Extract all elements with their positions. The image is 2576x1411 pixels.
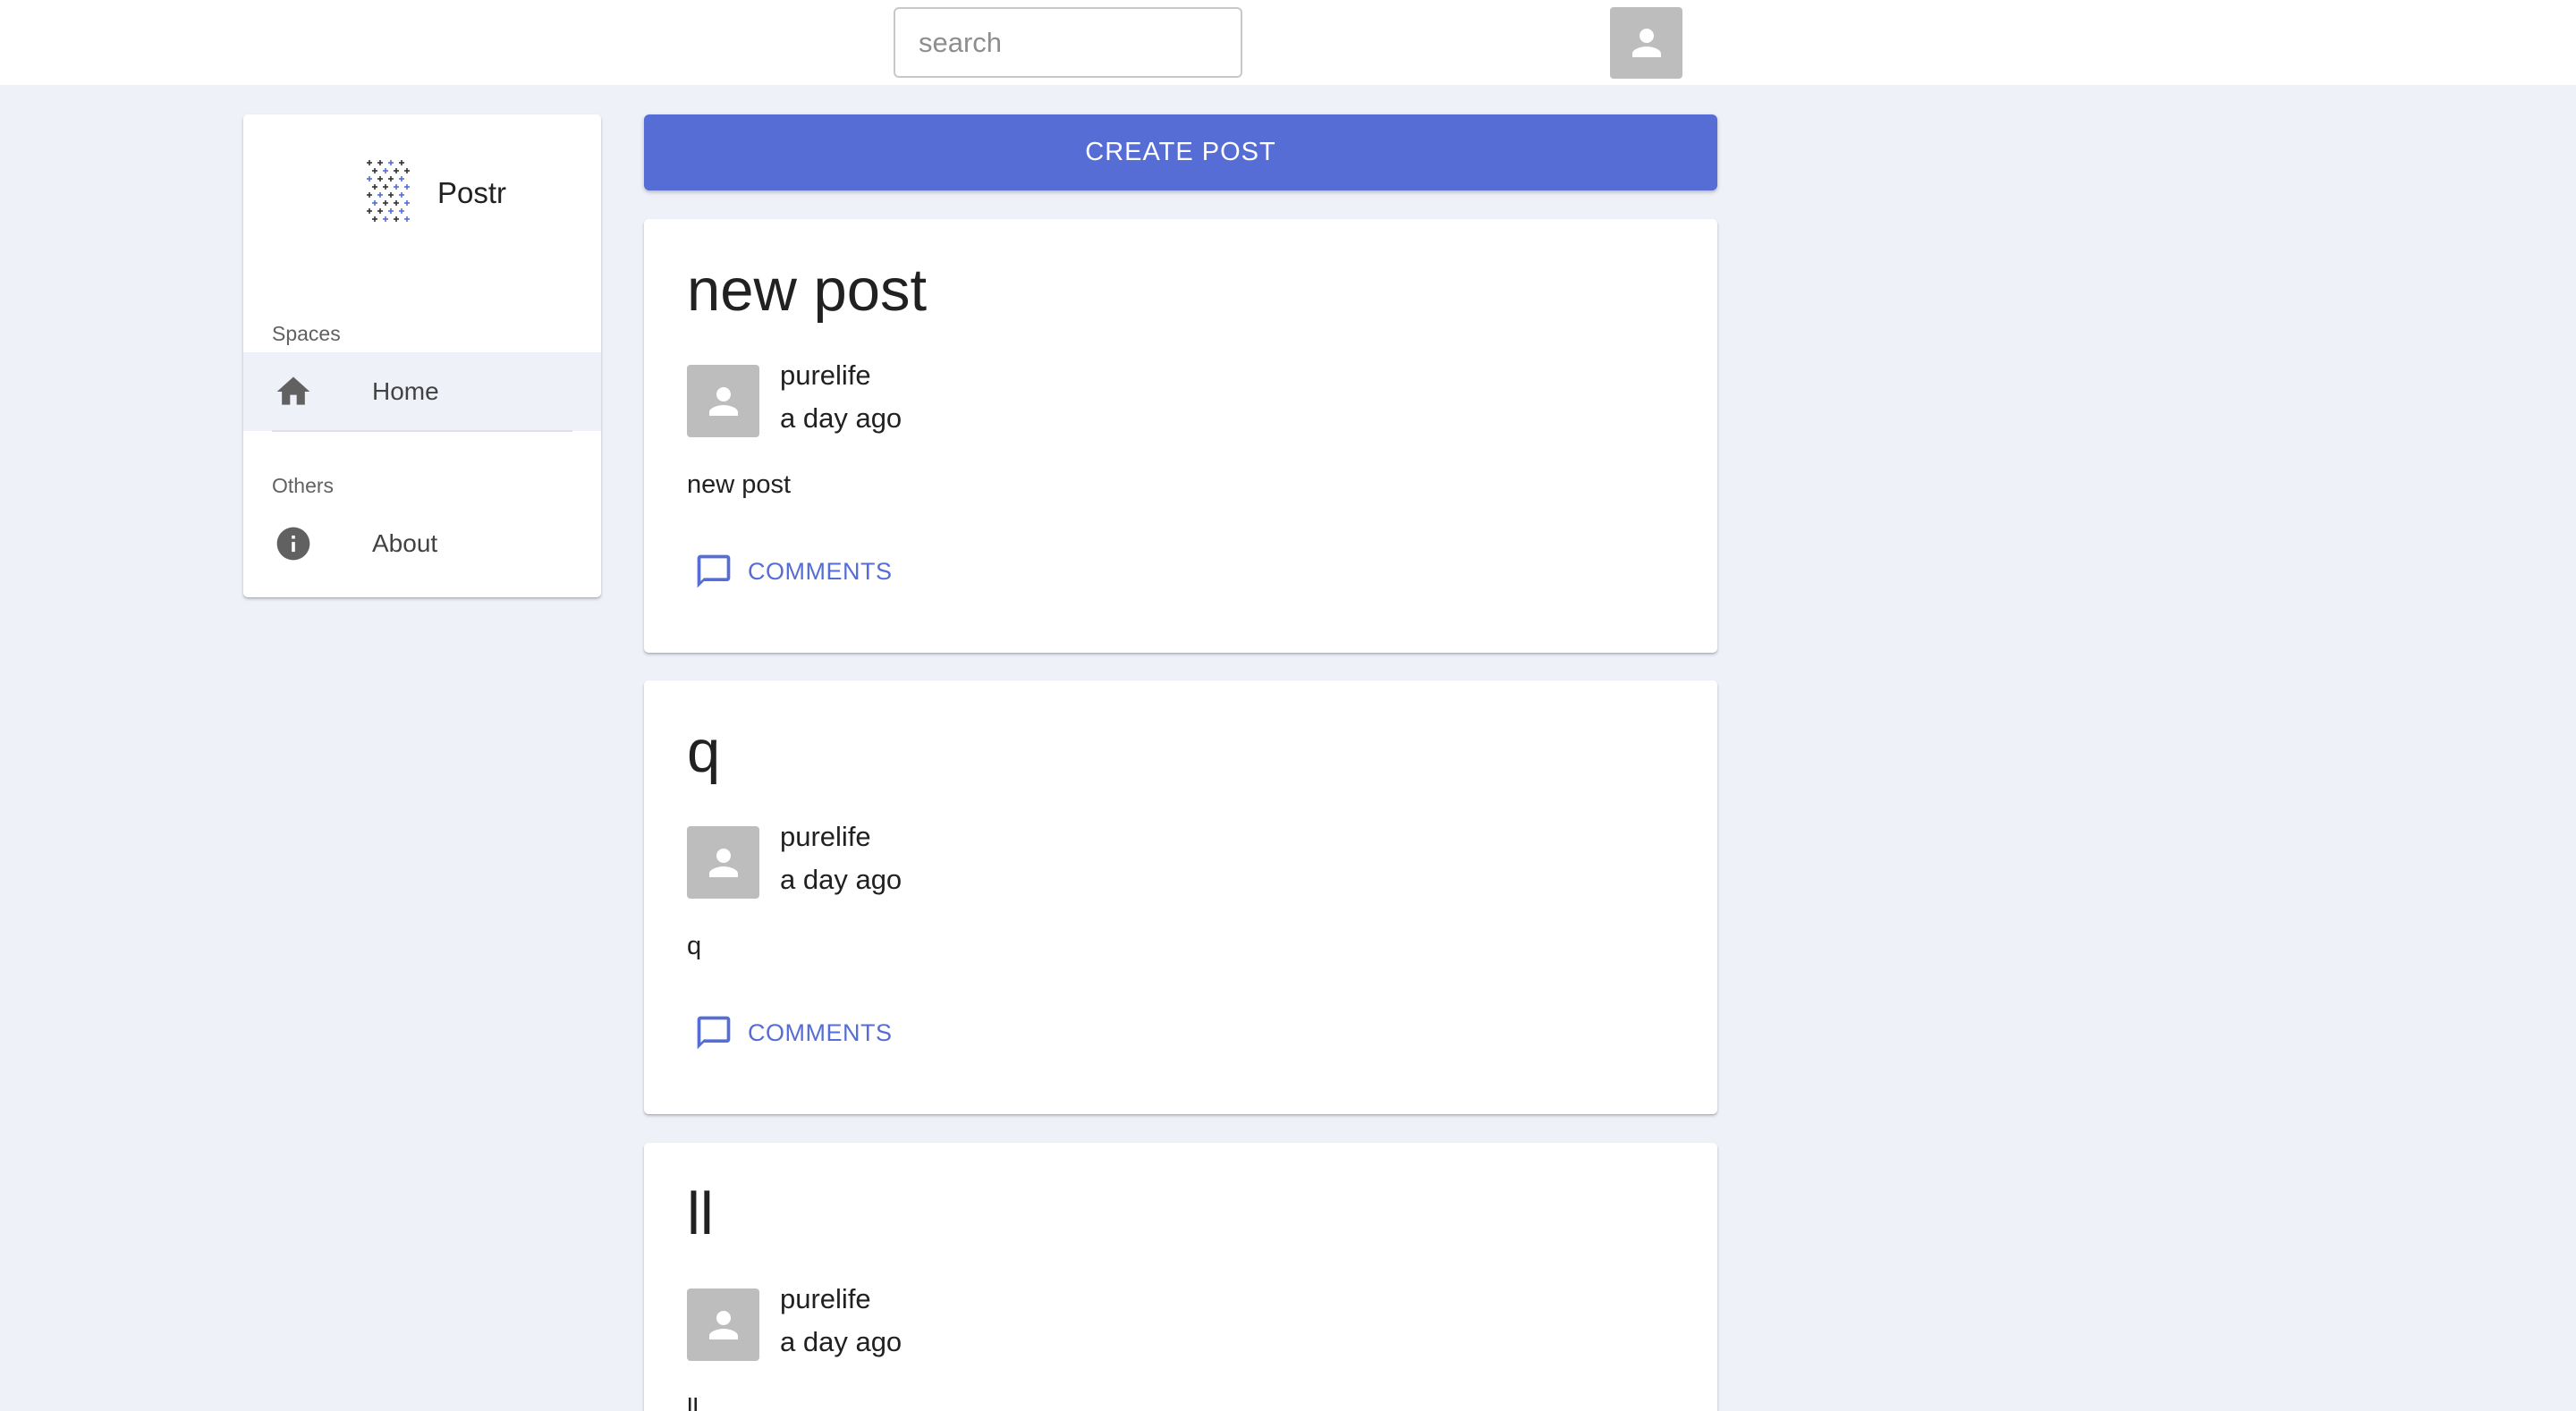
post-title[interactable]: new post bbox=[687, 260, 927, 320]
person-icon bbox=[708, 386, 738, 416]
postr-logo-icon bbox=[367, 160, 410, 222]
post-card: new post purelife a day ago new post COM… bbox=[644, 219, 1717, 653]
author-avatar bbox=[687, 1288, 759, 1361]
post-timestamp: a day ago bbox=[780, 402, 902, 434]
comment-icon bbox=[697, 1016, 731, 1050]
post-author: purelife bbox=[780, 359, 871, 391]
post-timestamp: a day ago bbox=[780, 864, 902, 895]
post-title[interactable]: q bbox=[687, 722, 720, 782]
post-title[interactable]: ll bbox=[687, 1184, 714, 1244]
post-body: q bbox=[687, 932, 702, 960]
comments-button[interactable]: COMMENTS bbox=[687, 552, 893, 591]
post-body: ll bbox=[687, 1394, 699, 1411]
top-bar bbox=[0, 0, 2576, 85]
post-author: purelife bbox=[780, 821, 871, 852]
divider bbox=[272, 430, 572, 432]
sidebar-item-label: Home bbox=[372, 377, 439, 405]
comments-label: COMMENTS bbox=[748, 1018, 893, 1046]
post-body: new post bbox=[687, 470, 792, 499]
post-author: purelife bbox=[780, 1283, 871, 1314]
sidebar-item-home[interactable]: Home bbox=[243, 352, 601, 431]
home-icon bbox=[276, 376, 310, 405]
create-post-button[interactable]: CREATE POST bbox=[644, 114, 1717, 190]
sidebar: Postr Spaces Home Others About bbox=[243, 114, 601, 597]
search-input[interactable] bbox=[894, 7, 1242, 78]
comments-button[interactable]: COMMENTS bbox=[687, 1013, 893, 1052]
comments-label: COMMENTS bbox=[748, 557, 893, 585]
post-card: q purelife a day ago q COMMENTS bbox=[644, 680, 1717, 1114]
author-avatar bbox=[687, 826, 759, 899]
info-icon bbox=[276, 527, 310, 561]
app-name: Postr bbox=[437, 176, 507, 209]
comment-icon bbox=[697, 554, 731, 588]
post-timestamp: a day ago bbox=[780, 1326, 902, 1357]
app-logo[interactable]: Postr bbox=[364, 157, 506, 229]
sidebar-item-label: About bbox=[372, 529, 438, 557]
person-icon bbox=[1631, 29, 1661, 57]
person-icon bbox=[708, 848, 738, 877]
user-avatar-button[interactable] bbox=[1610, 7, 1682, 79]
sidebar-item-about[interactable]: About bbox=[243, 504, 601, 583]
section-label-spaces: Spaces bbox=[272, 322, 341, 345]
section-label-others: Others bbox=[272, 474, 335, 497]
person-icon bbox=[708, 1310, 738, 1339]
post-card: ll purelife a day ago ll bbox=[644, 1143, 1717, 1411]
author-avatar bbox=[687, 365, 759, 437]
